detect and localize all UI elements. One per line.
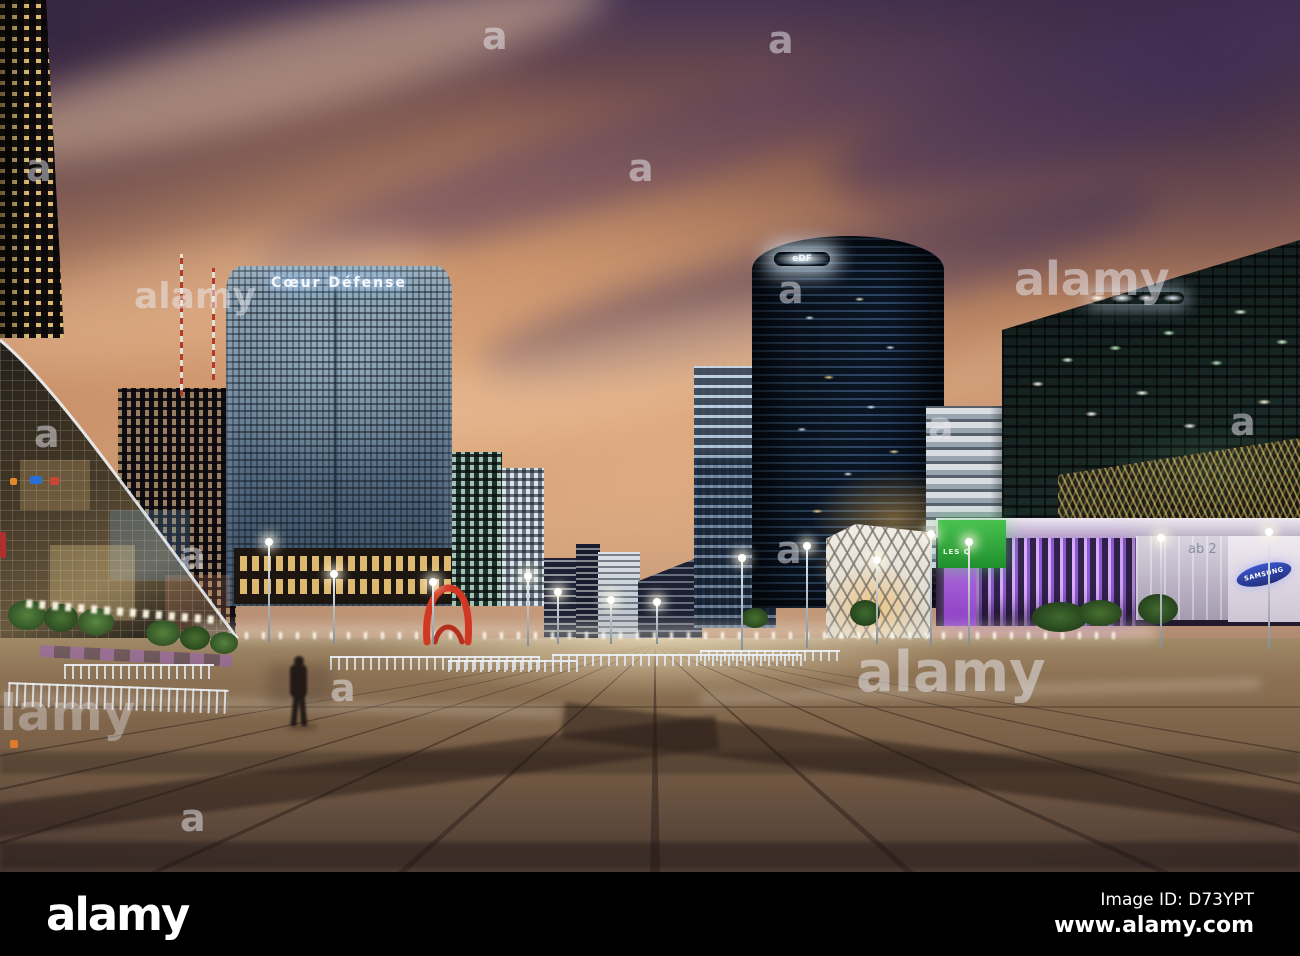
alamy-watermark-bar: alamy Image ID: D73YPT www.alamy.com — [0, 872, 1300, 956]
alamy-logo: alamy — [46, 887, 190, 941]
image-id-text: Image ID: D73YPT — [1100, 890, 1254, 910]
stock-photo-la-defense-night: Cœur Défense eDF ab 2 SAMSUNG LES Q — [0, 0, 1300, 956]
vignette — [0, 0, 1300, 872]
image-credit-block: Image ID: D73YPT www.alamy.com — [1054, 890, 1254, 938]
alamy-url-text: www.alamy.com — [1054, 913, 1254, 938]
